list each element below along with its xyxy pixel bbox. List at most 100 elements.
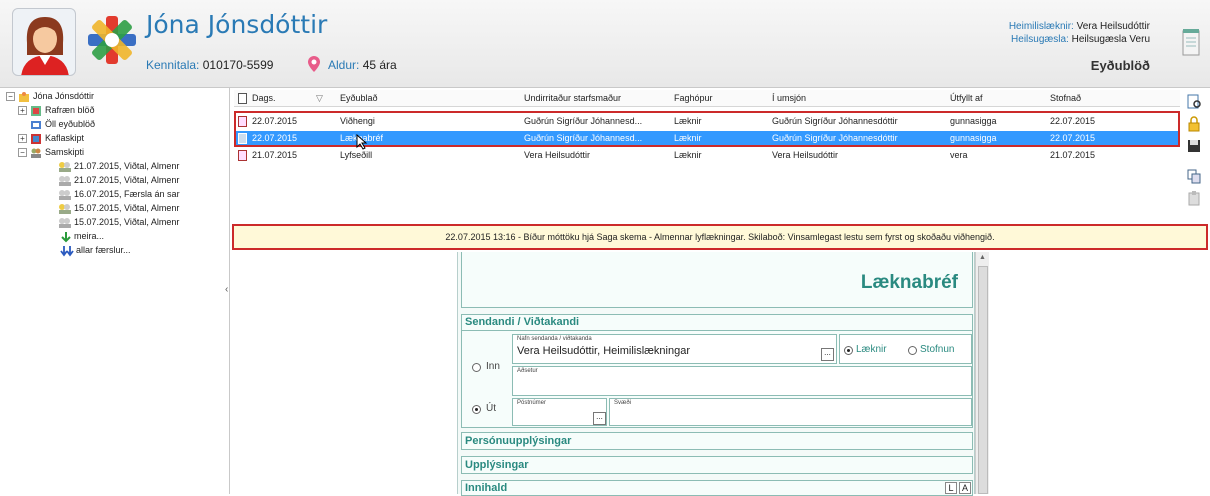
tree-item-all-entries[interactable]: allar færslur... <box>76 244 131 257</box>
tree-expand-toggle[interactable]: + <box>18 134 27 143</box>
cell-utfyllt: vera <box>950 150 968 160</box>
form-doc-icon <box>238 133 247 144</box>
gp-label: Heimilislæknir: <box>1008 21 1074 32</box>
tree-expand-toggle[interactable]: + <box>18 106 27 115</box>
table-row[interactable]: 21.07.2015 Lyfseðill Vera Heilsudóttir L… <box>234 148 1180 163</box>
postnumer-label: Póstnúmer <box>517 400 547 406</box>
visit-icon <box>58 161 71 173</box>
save-icon[interactable] <box>1186 138 1202 154</box>
form-doc-icon <box>238 116 247 127</box>
aldur-label: Aldur: <box>328 58 360 72</box>
cell-stofnad: 21.07.2015 <box>1050 150 1096 160</box>
kennitala: Kennitala: 010170-5599 <box>146 58 273 72</box>
svaedi-field[interactable]: Svæði <box>609 398 972 426</box>
radio-laeknir-label: Læknir <box>856 344 887 355</box>
aldur: Aldur: 45 ára <box>328 58 397 72</box>
cell-utfyllt: gunnasigga <box>950 116 997 126</box>
nafn-label: Nafn sendanda / viðtakanda <box>517 336 592 342</box>
notebook-icon[interactable] <box>1180 28 1202 58</box>
nafn-value: Vera Heilsudóttir, Heimilislækningar <box>517 345 691 357</box>
tree-item-kaflaskipt[interactable]: Kaflaskipt <box>45 132 84 145</box>
search-form-icon[interactable] <box>1186 94 1202 110</box>
cell-faghopur: Læknir <box>674 150 702 160</box>
type-options: Læknir Stofnun <box>839 334 972 364</box>
section-title: Eyðublöð <box>1090 58 1150 73</box>
col-undirritadur[interactable]: Undirritaður starfsmaður <box>524 93 621 103</box>
table-row-selected[interactable]: 22.07.2015 Læknabréf Guðrún Sigríður Jóh… <box>234 131 1180 146</box>
nafn-field[interactable]: Nafn sendanda / viðtakanda Vera Heilsudó… <box>512 334 837 364</box>
col-eydublad[interactable]: Eyðublað <box>340 93 378 103</box>
section-label: Persónuupplýsingar <box>465 435 572 447</box>
tree-collapse-toggle[interactable]: − <box>6 92 15 101</box>
cell-stofnad: 22.07.2015 <box>1050 133 1096 143</box>
visit-icon <box>58 217 71 229</box>
female-location-pin-icon[interactable] <box>306 55 322 73</box>
section-upplysingar[interactable]: Upplýsingar <box>461 456 973 474</box>
cell-faghopur: Læknir <box>674 133 702 143</box>
button-a[interactable]: A <box>959 482 971 494</box>
postnumer-field[interactable]: Póstnúmer ... <box>512 398 607 426</box>
tree-item-visit[interactable]: 16.07.2015, Færsla án sar <box>74 188 224 201</box>
splitter-collapse-icon[interactable]: ‹ <box>225 285 231 295</box>
radio-inn[interactable] <box>472 363 481 372</box>
patient-folder-icon <box>18 91 30 103</box>
radio-stofnun[interactable] <box>908 346 917 355</box>
clinic-label: Heilsugæsla: <box>1011 34 1069 45</box>
tree-item-visit[interactable]: 15.07.2015, Viðtal, Almenr <box>74 202 224 215</box>
sort-icon[interactable]: ▽ <box>316 93 323 104</box>
col-faghopur[interactable]: Faghópur <box>674 93 713 103</box>
gp-value: Vera Heilsudóttir <box>1076 21 1150 32</box>
section-label: Upplýsingar <box>465 459 529 471</box>
tree-item-visit[interactable]: 21.07.2015, Viðtal, Almenr <box>74 160 224 173</box>
form-title: Læknabréf <box>860 272 958 293</box>
kennitala-value: 010170-5599 <box>202 58 274 72</box>
adsetur-label: Aðsetur <box>517 368 538 374</box>
cell-stofnad: 22.07.2015 <box>1050 116 1096 126</box>
cell-umsjon: Guðrún Sigríður Jóhannesdóttir <box>772 133 898 143</box>
tree-item-oll[interactable]: Öll eyðublöð <box>45 118 95 131</box>
aldur-value: 45 ára <box>362 58 397 72</box>
message-banner: 22.07.2015 13:16 - Bíður móttöku hjá Sag… <box>232 224 1208 250</box>
col-umsjon[interactable]: Í umsjón <box>772 93 806 103</box>
radio-inn-label: Inn <box>486 361 500 372</box>
paste-icon[interactable] <box>1186 190 1202 206</box>
button-l[interactable]: L <box>945 482 957 494</box>
patient-header: Jóna Jónsdóttir Kennitala: 010170-5599 A… <box>0 0 1210 88</box>
table-row[interactable]: 22.07.2015 Viðhengi Guðrún Sigríður Jóha… <box>234 114 1180 129</box>
patient-name: Jóna Jónsdóttir <box>146 10 328 39</box>
all-forms-icon <box>30 119 42 131</box>
nafn-lookup-button[interactable]: ... <box>821 348 834 361</box>
laeknabref-form: Læknabréf Sendandi / Viðtakandi Inn Út N… <box>457 252 975 496</box>
patient-avatar <box>12 8 76 76</box>
tree-item-root[interactable]: Jóna Jónsdóttir <box>33 90 94 103</box>
tree-item-rafraen[interactable]: Rafræn blöð <box>45 104 95 117</box>
scroll-up-icon[interactable]: ▲ <box>979 254 986 261</box>
cell-dags: 21.07.2015 <box>252 150 298 160</box>
electronic-forms-icon <box>30 105 42 117</box>
cell-utfyllt: gunnasigga <box>950 133 997 143</box>
cell-dags: 22.07.2015 <box>252 116 298 126</box>
cell-undirritadur: Vera Heilsudóttir <box>524 150 591 160</box>
tree-item-visit[interactable]: 15.07.2015, Viðtal, Almenr <box>74 216 224 229</box>
radio-ut[interactable] <box>472 405 481 414</box>
cell-eydublad: Lyfseðill <box>340 150 373 160</box>
lock-icon[interactable] <box>1186 116 1202 132</box>
col-utfyllt[interactable]: Útfyllt af <box>950 93 983 103</box>
col-dags[interactable]: Dags. <box>252 93 276 103</box>
tree-item-more[interactable]: meira... <box>74 230 104 243</box>
col-stofnad[interactable]: Stofnað <box>1050 93 1081 103</box>
tree-item-samskipti[interactable]: Samskipti <box>45 146 84 159</box>
tree-collapse-toggle[interactable]: − <box>18 148 27 157</box>
mouse-cursor-icon <box>356 134 368 150</box>
adsetur-field[interactable]: Aðsetur <box>512 366 972 396</box>
cell-undirritadur: Guðrún Sigríður Jóhannesd... <box>524 116 643 126</box>
radio-ut-label: Út <box>486 403 496 414</box>
tree-item-visit[interactable]: 21.07.2015, Viðtal, Almenr <box>74 174 224 187</box>
title-panel: Læknabréf <box>461 252 973 308</box>
radio-laeknir[interactable] <box>844 346 853 355</box>
copy-icon[interactable] <box>1186 168 1202 184</box>
postnumer-lookup-button[interactable]: ... <box>593 412 606 425</box>
section-personuupplysingar[interactable]: Persónuupplýsingar <box>461 432 973 450</box>
scroll-thumb[interactable] <box>978 266 988 494</box>
form-scrollbar[interactable]: ▲ <box>975 252 989 494</box>
